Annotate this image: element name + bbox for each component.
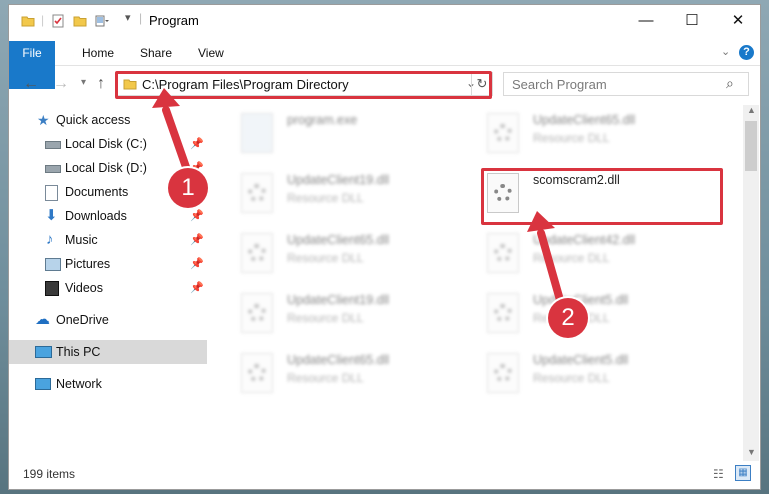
- step-1-badge: 1: [168, 168, 208, 208]
- callout-arrows: [152, 88, 564, 304]
- step-2-badge: 2: [548, 298, 588, 338]
